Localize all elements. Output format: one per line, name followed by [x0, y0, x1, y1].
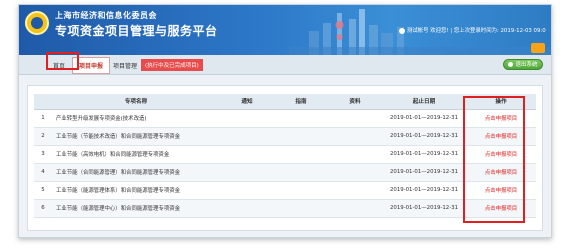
row-name: 工业节能（合同能源管理）和合同能源管理专项资金 [52, 163, 220, 182]
row-guide [274, 127, 328, 146]
row-name: 工业节能（能源管理中心）和合同能源管理专项资金 [52, 199, 220, 218]
nav-bar: 首页 项目申报 项目管理 (执行中及已完成项目) 退出系统 [19, 55, 551, 75]
table-row: 3 工业节能（高效电机）和合同能源管理专项资金 2019-01-01—2019-… [34, 145, 536, 164]
logout-button[interactable]: 退出系统 [503, 59, 543, 70]
row-name: 工业节能（高效电机）和合同能源管理专项资金 [52, 145, 220, 164]
row-period: 2019-01-01—2019-12-31 [382, 145, 466, 164]
column-header-name: 专项名称 [52, 94, 220, 110]
notification-badge[interactable] [531, 43, 545, 53]
row-materials [328, 163, 382, 182]
logout-label: 退出系统 [515, 62, 538, 68]
row-index: 2 [34, 127, 52, 146]
row-guide [274, 163, 328, 182]
column-header-materials: 资料 [328, 94, 382, 110]
column-header-guide: 指南 [274, 94, 328, 110]
row-index: 5 [34, 181, 52, 200]
table-row: 5 工业节能（能源管理体系）和合同能源管理专项资金 2019-01-01—201… [34, 181, 536, 200]
row-notice [220, 163, 274, 182]
row-period: 2019-01-01—2019-12-31 [382, 163, 466, 182]
row-guide [274, 181, 328, 200]
column-header-notice: 通知 [220, 94, 274, 110]
user-icon [399, 27, 405, 34]
row-materials [328, 181, 382, 200]
table-row: 1 产业转型升级发展专项资金(技术改造) 2019-01-01—2019-12-… [34, 109, 536, 128]
org-name: 上海市经济和信息化委员会 [55, 11, 157, 20]
row-name: 产业转型升级发展专项资金(技术改造) [52, 109, 220, 128]
row-name: 工业节能（节能技术改造）和合同能源管理专项资金 [52, 127, 220, 146]
row-period: 2019-01-01—2019-12-31 [382, 181, 466, 200]
user-info: 测试帐号 欢迎您! | 您上次登录时间为: 2019-12-03 09:0 [399, 26, 546, 34]
row-notice [220, 127, 274, 146]
highlight-box-actions [463, 96, 525, 223]
logout-icon [508, 62, 514, 67]
table-header-row: 专项名称 通知 指南 资料 起止日期 操作 [34, 94, 536, 110]
highlight-box-nav [46, 52, 79, 70]
row-notice [220, 145, 274, 164]
table-row: 4 工业节能（合同能源管理）和合同能源管理专项资金 2019-01-01—201… [34, 163, 536, 182]
emblem-logo [25, 11, 49, 35]
row-name: 工业节能（能源管理体系）和合同能源管理专项资金 [52, 181, 220, 200]
row-guide [274, 199, 328, 218]
row-period: 2019-01-01—2019-12-31 [382, 109, 466, 128]
nav-note: (执行中及已完成项目) [141, 59, 203, 71]
row-index: 6 [34, 199, 52, 218]
row-index: 3 [34, 145, 52, 164]
table-row: 6 工业节能（能源管理中心）和合同能源管理专项资金 2019-01-01—201… [34, 199, 536, 218]
row-notice [220, 181, 274, 200]
row-materials [328, 127, 382, 146]
column-header-period: 起止日期 [382, 94, 466, 110]
header-banner: 上海市经济和信息化委员会 专项资金项目管理与服务平台 测试帐号 欢迎您! | 您… [19, 5, 551, 55]
system-title: 专项资金项目管理与服务平台 [55, 24, 218, 38]
row-index: 1 [34, 109, 52, 128]
table-row: 2 工业节能（节能技术改造）和合同能源管理专项资金 2019-01-01—201… [34, 127, 536, 146]
row-materials [328, 145, 382, 164]
column-header-index [34, 94, 52, 110]
row-period: 2019-01-01—2019-12-31 [382, 127, 466, 146]
nav-item-project-manage[interactable]: 项目管理 [113, 61, 137, 70]
row-guide [274, 109, 328, 128]
row-notice [220, 109, 274, 128]
user-info-text: 测试帐号 欢迎您! | 您上次登录时间为: 2019-12-03 09:0 [407, 28, 546, 34]
row-materials [328, 109, 382, 128]
row-materials [328, 199, 382, 218]
row-index: 4 [34, 163, 52, 182]
project-table: 专项名称 通知 指南 资料 起止日期 操作 1 产业转型升级发展专项资金(技术改… [34, 94, 536, 218]
row-notice [220, 199, 274, 218]
row-period: 2019-01-01—2019-12-31 [382, 199, 466, 218]
row-guide [274, 145, 328, 164]
